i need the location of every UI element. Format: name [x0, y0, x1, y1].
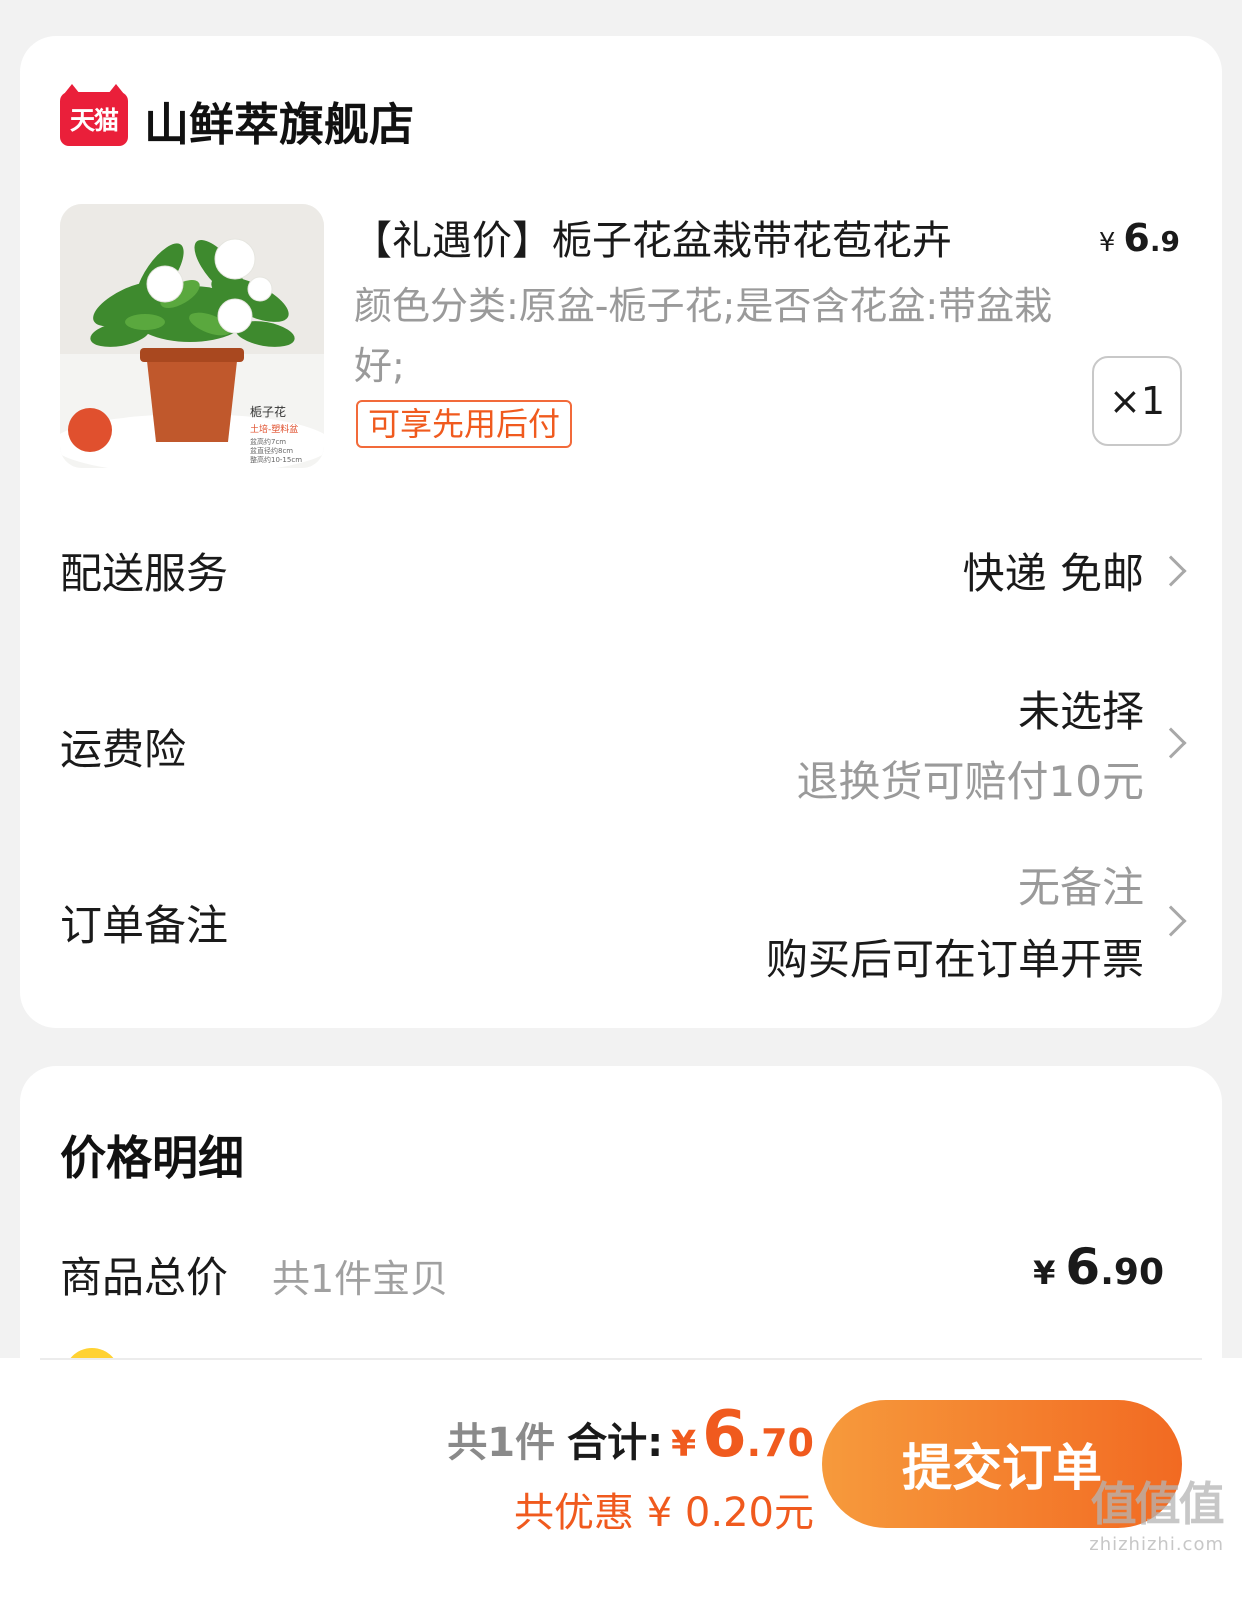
goods-total-price: ¥6.90 [1033, 1238, 1164, 1296]
sum-label: 合计: [567, 1420, 664, 1466]
pay-later-tag: 可享先用后付 [356, 400, 573, 448]
product-price: ¥6.9 [1099, 216, 1180, 260]
note-value: 无备注 [1017, 863, 1144, 912]
goods-total-count: 共1件宝贝 [272, 1257, 449, 1301]
chevron-right-icon [1155, 905, 1187, 937]
delivery-label: 配送服务 [60, 549, 229, 598]
product-title[interactable]: 【礼遇价】栀子花盆栽带花苞花卉 [352, 208, 1052, 266]
delivery-value: 快递 免邮 [962, 549, 1144, 598]
watermark-main: 值值值 [1090, 1477, 1225, 1531]
watermark: 值值值 zhizhizhi.com [1089, 1468, 1224, 1555]
image-spec-1: 盆高约7cm [250, 437, 286, 446]
tmall-logo-text: 天猫 [69, 106, 119, 135]
product-image[interactable]: 栀子花 土培-塑料盆 盆高约7cm 盆直径约8cm 整高约10-15cm [60, 204, 324, 468]
sum-currency: ¥ [671, 1424, 697, 1465]
insurance-label: 运费险 [60, 725, 187, 774]
image-spec-2: 盆直径约8cm [250, 446, 293, 455]
item-count: 共1件 [447, 1420, 556, 1466]
price-decimal: .9 [1149, 225, 1180, 258]
goods-total-label: 商品总价 [60, 1253, 229, 1302]
watermark-url: zhizhizhi.com [1089, 1534, 1224, 1555]
product-sku[interactable]: 颜色分类:原盆-栀子花;是否含花盆:带盆栽好; [354, 276, 1074, 396]
image-label: 栀子花 [250, 404, 286, 419]
order-sum: 共1件 合计: ¥6.70 [447, 1398, 814, 1472]
image-sub: 土培-塑料盆 [250, 423, 298, 435]
total-currency: ¥ [1033, 1254, 1056, 1292]
order-confirm-page: 天猫 山鲜萃旗舰店 栀子花 土培-塑料盆 盆高约7cm 盆直径约8cm 整高约1… [0, 0, 1242, 1597]
quantity-stepper[interactable]: ×1 [1092, 356, 1182, 446]
shop-name[interactable]: 山鲜萃旗舰店 [144, 88, 414, 153]
insurance-sub: 退换货可赔付10元 [796, 757, 1144, 806]
shop-order-card: 天猫 山鲜萃旗舰店 栀子花 土培-塑料盆 盆高约7cm 盆直径约8cm 整高约1… [20, 36, 1222, 1028]
image-spec-3: 整高约10-15cm [250, 455, 302, 464]
note-label: 订单备注 [60, 901, 229, 950]
chevron-right-icon [1155, 555, 1187, 587]
discount-total[interactable]: 共优惠 ¥ 0.20元 [514, 1480, 814, 1538]
price-detail-title: 价格明细 [60, 1131, 244, 1185]
price-integer: 6 [1123, 216, 1150, 260]
total-integer: 6 [1065, 1238, 1101, 1296]
sum-decimal: .70 [746, 1421, 814, 1465]
price-currency: ¥ [1098, 228, 1116, 258]
bottom-divider [40, 1358, 1202, 1360]
chevron-right-icon [1155, 727, 1187, 759]
bottom-submit-bar: 共1件 合计: ¥6.70 共优惠 ¥ 0.20元 提交订单 值值值 zhizhiz… [0, 1358, 1242, 1597]
total-decimal: .90 [1100, 1252, 1164, 1293]
insurance-value: 未选择 [1017, 687, 1144, 736]
tmall-logo-icon: 天猫 [60, 84, 128, 146]
gardenia-plant-illustration: 栀子花 土培-塑料盆 盆高约7cm 盆直径约8cm 整高约10-15cm [60, 204, 324, 468]
sum-integer: 6 [702, 1398, 747, 1472]
note-sub: 购买后可在订单开票 [765, 935, 1144, 984]
